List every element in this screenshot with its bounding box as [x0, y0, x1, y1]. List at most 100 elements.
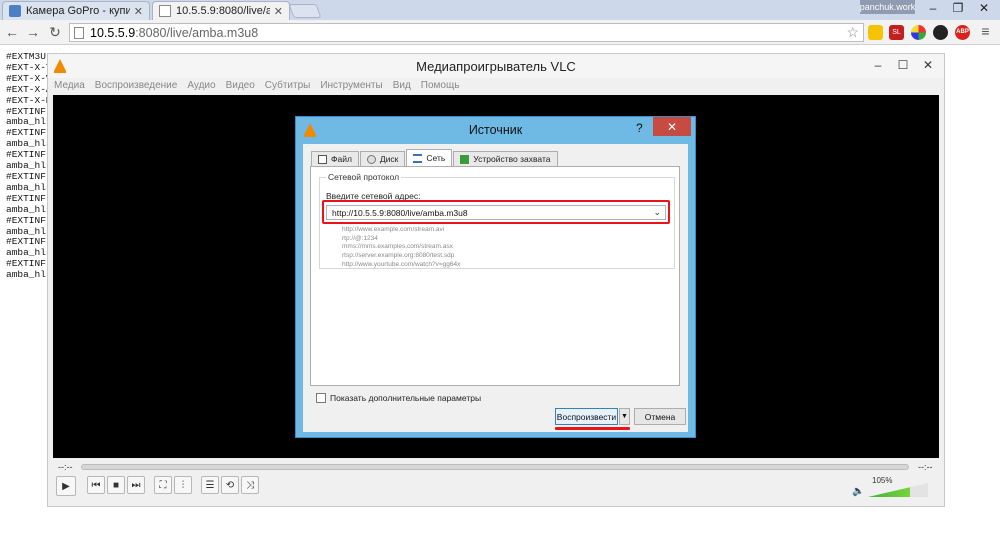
volume-percent: 105%	[872, 476, 893, 485]
fullscreen-button[interactable]: ⛶	[154, 476, 172, 494]
play-icon: ▶	[62, 480, 70, 492]
network-panel: Сетевой протокол Введите сетевой адрес: …	[310, 166, 680, 386]
tab-disc[interactable]: Диск	[359, 151, 406, 166]
close-window-icon[interactable]: ✕	[971, 0, 997, 16]
extended-settings-button[interactable]: ⫶	[174, 476, 192, 494]
play-options-dropdown[interactable]: ▼	[619, 408, 630, 425]
network-protocol-group: Сетевой протокол Введите сетевой адрес: …	[319, 172, 675, 270]
browser-tab-gopro[interactable]: Камера GoPro - купить в ✕	[2, 1, 150, 20]
close-icon: ✕	[666, 119, 678, 134]
tab-title: 10.5.5.9:8080/live/amba.m	[176, 5, 270, 17]
play-button-label: Воспроизвести	[556, 411, 617, 422]
highlight-underline	[555, 427, 630, 430]
next-icon: ⏭	[131, 479, 141, 491]
seo-icon[interactable]: SL	[889, 25, 904, 40]
chevron-down-icon: ▼	[621, 413, 628, 420]
network-icon	[413, 153, 423, 163]
url-host: 10.5.5.9	[90, 25, 136, 40]
forward-arrow-icon[interactable]: →	[24, 23, 42, 41]
tab-network[interactable]: Сеть	[406, 149, 453, 166]
dialog-body: Файл Диск Сеть Устройство захвата Сетево…	[303, 144, 688, 432]
menu-view[interactable]: Вид	[393, 80, 411, 91]
menu-subtitles[interactable]: Субтитры	[265, 80, 311, 91]
url-examples: http://www.example.com/stream.avi rtp://…	[342, 226, 460, 270]
reload-icon[interactable]: ↻	[46, 23, 64, 41]
close-tab-icon[interactable]: ✕	[274, 5, 283, 18]
vlc-cone-icon	[54, 59, 66, 73]
stop-icon: ■	[112, 479, 120, 491]
camera-icon[interactable]	[933, 25, 948, 40]
back-arrow-icon[interactable]: ←	[3, 23, 21, 41]
shuffle-button[interactable]: ⤨	[241, 476, 259, 494]
bookmark-star-icon[interactable]: ☆	[846, 24, 859, 41]
page-favicon-icon	[159, 5, 171, 17]
dialog-title: Источник	[468, 123, 523, 137]
user-profile-badge[interactable]: panchuk.work	[860, 0, 915, 14]
minimize-icon[interactable]: –	[920, 0, 946, 16]
time-elapsed: --:--	[58, 462, 73, 472]
minimize-icon[interactable]: –	[868, 57, 888, 73]
volume-slider[interactable]	[868, 483, 928, 497]
tab-capture-device[interactable]: Устройство захвата	[453, 151, 558, 166]
menu-icon[interactable]: ≡	[978, 24, 993, 40]
adblock-icon[interactable]: ABP	[955, 25, 970, 40]
disc-icon	[366, 154, 376, 164]
restore-icon[interactable]: ❐	[945, 0, 971, 16]
play-button[interactable]: ▶	[56, 476, 76, 496]
maximize-icon[interactable]: ☐	[893, 57, 913, 73]
menu-help[interactable]: Помощь	[421, 80, 460, 91]
tab-title: Камера GoPro - купить в	[26, 5, 130, 17]
page-favicon-icon	[9, 5, 21, 17]
menu-video[interactable]: Видео	[226, 80, 255, 91]
seek-row: --:-- --:--	[56, 462, 936, 472]
menu-media[interactable]: Медиа	[54, 80, 85, 91]
example-line: rtsp://server.example.org:8080/test.sdp	[342, 252, 455, 260]
example-line: http://www.yourtube.com/watch?v=gg64x	[342, 260, 461, 268]
browser-toolbar: ← → ↻ 10.5.5.9:8080/live/amba.m3u8 ☆ SL …	[0, 20, 1000, 45]
capture-device-icon	[460, 154, 470, 164]
vlc-menubar: Медиа Воспроизведение Аудио Видео Субтит…	[54, 80, 469, 91]
example-line: http://www.example.com/stream.avi	[342, 226, 445, 233]
previous-button[interactable]: ⏮	[87, 476, 105, 494]
fullscreen-icon: ⛶	[159, 479, 167, 491]
tab-label: Файл	[331, 154, 352, 164]
stop-button[interactable]: ■	[107, 476, 125, 494]
page-icon	[74, 27, 84, 39]
tab-file[interactable]: Файл	[311, 151, 359, 166]
vlc-titlebar: Медиапроигрыватель VLC – ☐ ✕	[48, 54, 944, 78]
lightbulb-icon[interactable]	[868, 25, 883, 40]
browser-tab-strip: Камера GoPro - купить в ✕ 10.5.5.9:8080/…	[0, 0, 1000, 20]
file-icon	[318, 154, 327, 164]
cancel-button[interactable]: Отмена	[634, 408, 686, 425]
colorful-icon[interactable]	[911, 25, 926, 40]
checkbox-box[interactable]	[316, 393, 326, 403]
close-dialog-button[interactable]: ✕	[653, 117, 691, 136]
example-line: rtp://@:1234	[342, 234, 378, 242]
loop-button[interactable]: ⟲	[221, 476, 239, 494]
menu-tools[interactable]: Инструменты	[320, 80, 382, 91]
vlc-cone-icon	[304, 123, 316, 137]
tab-label: Диск	[379, 154, 399, 164]
vlc-title: Медиапроигрыватель VLC	[416, 58, 576, 74]
menu-playback[interactable]: Воспроизведение	[95, 80, 178, 91]
browser-tab-stream[interactable]: 10.5.5.9:8080/live/amba.m ✕	[152, 1, 290, 20]
seek-slider[interactable]	[81, 464, 909, 470]
close-tab-icon[interactable]: ✕	[134, 5, 143, 18]
show-more-options-checkbox[interactable]: Показать дополнительные параметры	[316, 393, 481, 403]
playlist-button[interactable]: ☰	[201, 476, 219, 494]
play-button[interactable]: Воспроизвести	[555, 408, 618, 425]
group-title: Сетевой протокол	[326, 172, 402, 182]
address-bar[interactable]: 10.5.5.9:8080/live/amba.m3u8 ☆	[69, 23, 864, 42]
new-tab-button[interactable]	[288, 4, 322, 18]
equalizer-icon: ⫶	[181, 479, 185, 491]
menu-audio[interactable]: Аудио	[187, 80, 215, 91]
volume-control[interactable]: 🔈 105%	[850, 476, 930, 498]
highlight-annotation	[322, 200, 670, 224]
playlist-text: #EXTM3U #EXT-X-T #EXT-X-V #EXT-X-A #EXT-…	[6, 51, 52, 281]
next-button[interactable]: ⏭	[127, 476, 145, 494]
tab-label: Устройство захвата	[473, 154, 551, 164]
shuffle-icon: ⤨	[246, 479, 254, 491]
speaker-icon[interactable]: 🔈	[852, 486, 864, 497]
close-icon[interactable]: ✕	[918, 57, 938, 73]
help-icon[interactable]: ?	[636, 121, 643, 135]
